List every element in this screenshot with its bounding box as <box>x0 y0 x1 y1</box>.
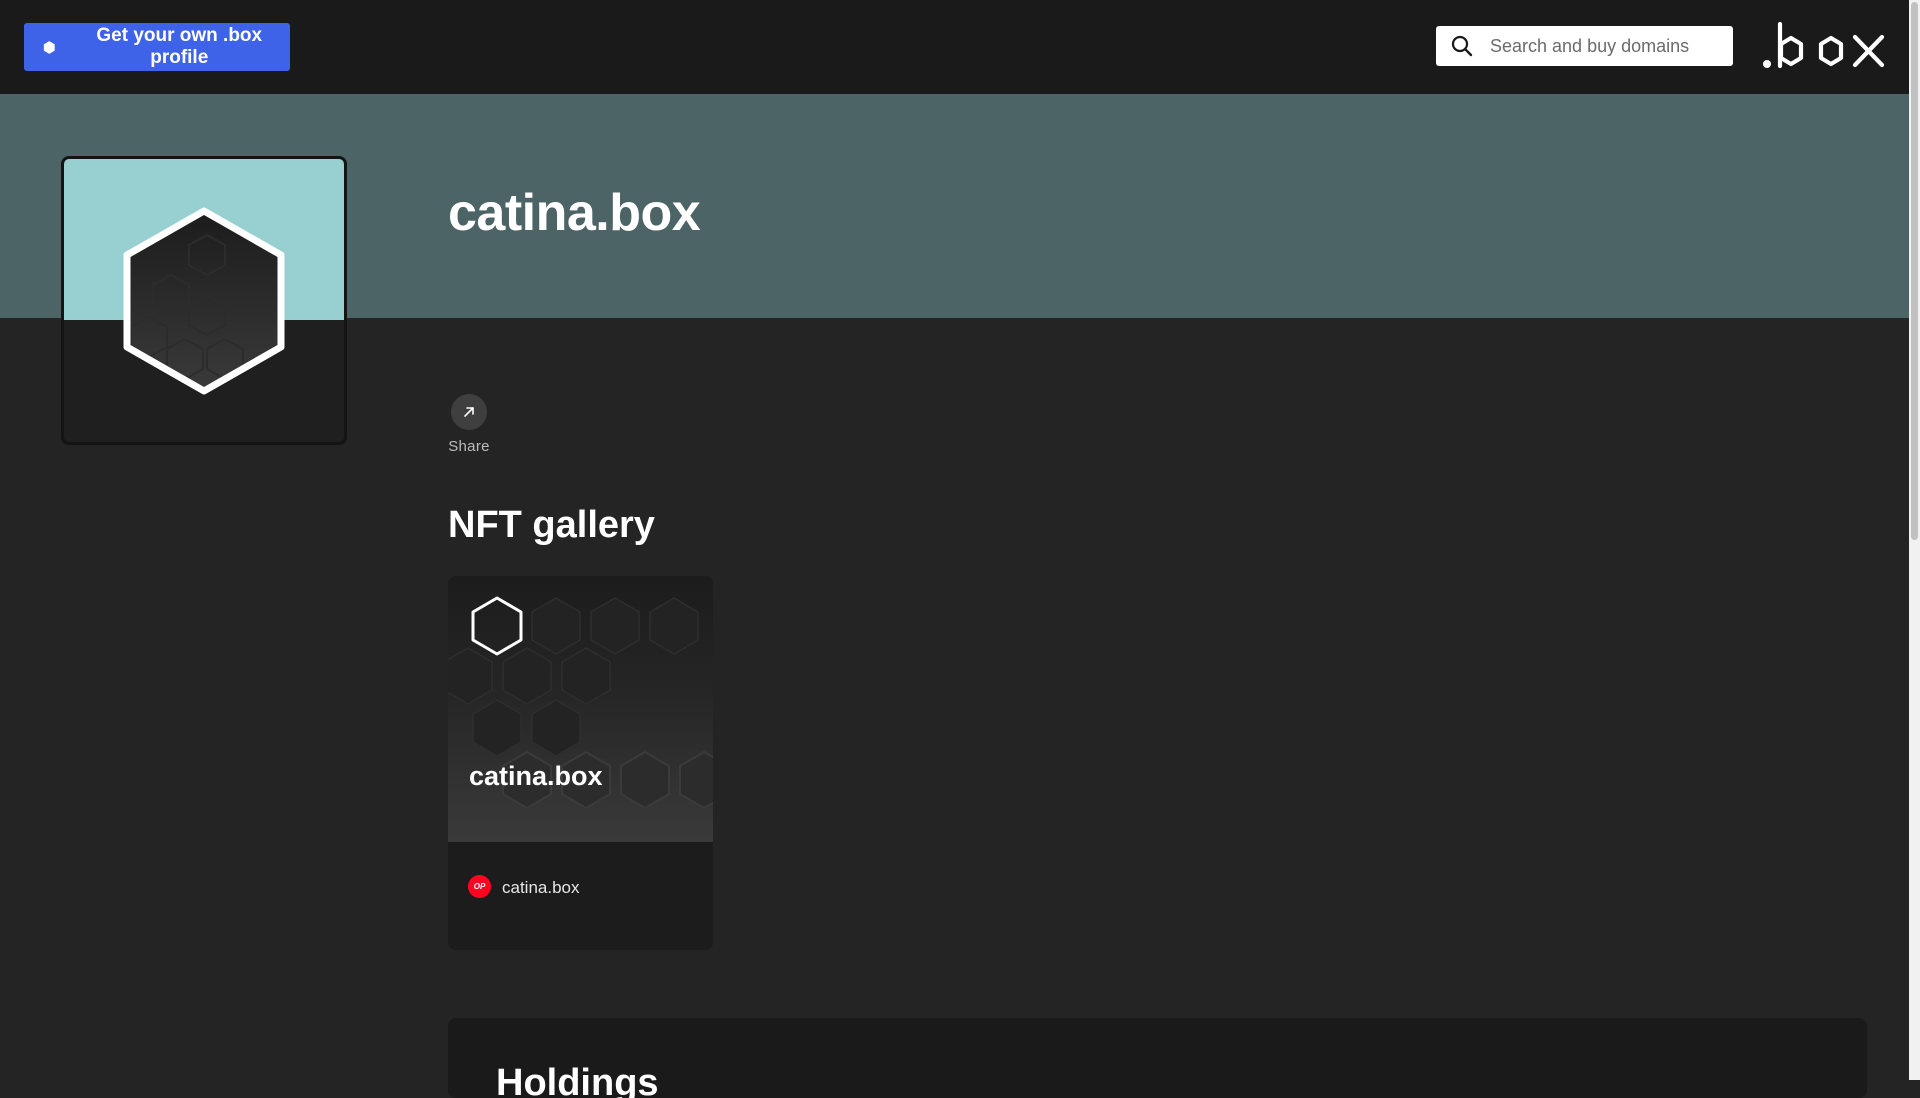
search-icon <box>1451 35 1473 57</box>
domain-search[interactable] <box>1436 26 1733 66</box>
share-label: Share <box>448 438 490 455</box>
get-profile-button[interactable]: Get your own .box profile <box>24 23 290 71</box>
box-logo[interactable] <box>1762 22 1888 72</box>
holdings-title: Holdings <box>496 1062 659 1098</box>
share-circle[interactable] <box>451 394 487 430</box>
top-bar: Get your own .box profile <box>0 0 1909 94</box>
nft-image: catina.box <box>448 576 713 842</box>
search-input[interactable] <box>1490 28 1720 64</box>
nft-footer: OP catina.box <box>448 842 713 950</box>
page-title: catina.box <box>448 184 701 242</box>
nft-owner-label: catina.box <box>502 878 580 897</box>
nft-name: catina.box <box>469 761 603 791</box>
share-button[interactable]: Share <box>448 394 490 455</box>
avatar <box>61 156 347 445</box>
hexagon-icon <box>43 40 55 54</box>
get-profile-label: Get your own .box profile <box>96 25 263 68</box>
gallery-title: NFT gallery <box>448 504 655 546</box>
hexagon-avatar-icon <box>123 207 285 395</box>
nft-card[interactable]: catina.box OP catina.box <box>448 576 713 950</box>
page-scrollbar[interactable] <box>1909 0 1920 1080</box>
optimism-badge-icon: OP <box>468 875 491 898</box>
scrollbar-thumb[interactable] <box>1911 2 1918 540</box>
arrow-up-right-icon <box>464 407 474 417</box>
holdings-section: Holdings <box>448 1018 1867 1098</box>
hexagon-pattern-icon <box>448 596 713 810</box>
